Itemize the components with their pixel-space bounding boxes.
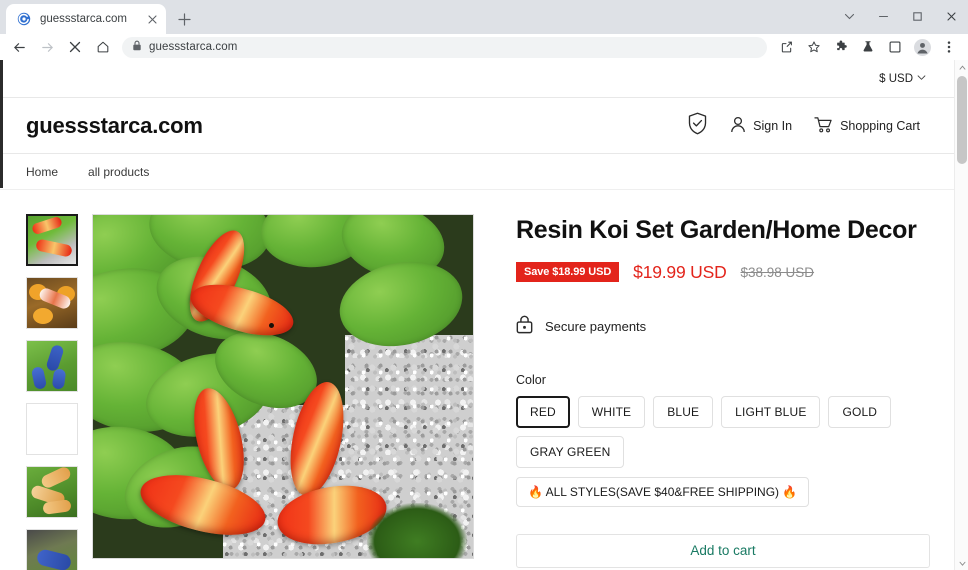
secure-payments-label: Secure payments bbox=[545, 319, 646, 334]
profile-avatar-icon[interactable] bbox=[909, 35, 935, 59]
extensions-puzzle-icon[interactable] bbox=[828, 35, 854, 59]
price-row: Save $18.99 USD $19.99 USD $38.98 USD bbox=[516, 262, 932, 283]
header-actions: Sign In Shopping Cart bbox=[687, 112, 920, 140]
main-product-image-red-koi[interactable] bbox=[92, 214, 474, 559]
thumbnail-art bbox=[27, 404, 77, 454]
color-option-blue[interactable]: BLUE bbox=[653, 396, 713, 428]
chevron-down-icon bbox=[917, 73, 926, 85]
color-option-white[interactable]: WHITE bbox=[578, 396, 645, 428]
labs-flask-icon[interactable] bbox=[855, 35, 881, 59]
home-icon[interactable] bbox=[90, 35, 116, 59]
color-option-gold[interactable]: GOLD bbox=[828, 396, 891, 428]
scroll-up-arrow[interactable] bbox=[955, 60, 968, 74]
site-header: guessstarca.com Sign In Shopping Cart bbox=[0, 98, 968, 154]
shopping-cart-icon bbox=[814, 116, 833, 136]
color-option-all-styles-label: ALL STYLES(SAVE $40&FREE SHIPPING) bbox=[546, 485, 779, 499]
user-icon bbox=[730, 116, 746, 136]
chevron-down-icon[interactable] bbox=[832, 1, 866, 31]
address-bar-url: guessstarca.com bbox=[149, 41, 237, 53]
address-bar[interactable]: guessstarca.com bbox=[122, 37, 767, 58]
sign-in-link[interactable]: Sign In bbox=[730, 116, 792, 136]
flower-shape bbox=[33, 308, 53, 324]
color-option-all-styles[interactable]: 🔥 ALL STYLES(SAVE $40&FREE SHIPPING) 🔥 bbox=[516, 477, 809, 507]
thumbnail-6-blue-koi[interactable] bbox=[26, 529, 78, 570]
shield-check-icon[interactable] bbox=[687, 112, 708, 140]
site-favicon bbox=[16, 11, 32, 27]
color-option-gray-green[interactable]: GRAY GREEN bbox=[516, 436, 624, 468]
color-swatch-group: RED WHITE BLUE LIGHT BLUE GOLD GRAY GREE… bbox=[516, 396, 932, 468]
new-tab-button[interactable] bbox=[170, 5, 198, 33]
tab-strip: guessstarca.com bbox=[0, 0, 968, 34]
minimize-icon[interactable] bbox=[866, 1, 900, 31]
add-to-cart-button[interactable]: Add to cart bbox=[516, 534, 930, 568]
currency-label: $ USD bbox=[879, 73, 913, 85]
site-logo[interactable]: guessstarca.com bbox=[26, 113, 203, 139]
sign-in-label: Sign In bbox=[753, 119, 792, 133]
color-option-red[interactable]: RED bbox=[516, 396, 570, 428]
currency-selector[interactable]: $ USD bbox=[879, 73, 926, 85]
promo-swatch-group: 🔥 ALL STYLES(SAVE $40&FREE SHIPPING) 🔥 bbox=[516, 477, 932, 507]
scroll-down-arrow[interactable] bbox=[955, 556, 968, 570]
site-nav: Home all products bbox=[0, 154, 968, 190]
koi-eye bbox=[269, 323, 274, 328]
back-arrow-icon[interactable] bbox=[6, 35, 32, 59]
product-gallery bbox=[26, 214, 474, 570]
thumbnail-3-blue-koi[interactable] bbox=[26, 340, 78, 392]
gravel-area bbox=[345, 335, 474, 455]
tab-title: guessstarca.com bbox=[40, 13, 136, 25]
color-option-light-blue[interactable]: LIGHT BLUE bbox=[721, 396, 820, 428]
thumbnail-4-blank[interactable] bbox=[26, 403, 78, 455]
currency-bar: $ USD bbox=[0, 60, 968, 98]
three-dot-menu-icon[interactable] bbox=[936, 35, 962, 59]
lock-icon[interactable] bbox=[132, 38, 142, 56]
bookmark-star-icon[interactable] bbox=[801, 35, 827, 59]
scrollbar-thumb[interactable] bbox=[957, 76, 967, 164]
thumbnail-2-white-orange-koi[interactable] bbox=[26, 277, 78, 329]
flame-icon: 🔥 bbox=[782, 485, 797, 499]
split-screen-icon[interactable] bbox=[882, 35, 908, 59]
forward-arrow-icon bbox=[34, 35, 60, 59]
share-icon[interactable] bbox=[774, 35, 800, 59]
page-left-edge bbox=[0, 60, 3, 188]
shopping-cart-link[interactable]: Shopping Cart bbox=[814, 116, 920, 136]
close-icon[interactable] bbox=[144, 11, 160, 27]
thumbnail-list bbox=[26, 214, 78, 570]
nav-link-home[interactable]: Home bbox=[26, 165, 58, 179]
window-controls bbox=[832, 0, 968, 32]
product-details: Resin Koi Set Garden/Home Decor Save $18… bbox=[516, 214, 932, 570]
stop-loading-icon[interactable] bbox=[62, 35, 88, 59]
page-title: Resin Koi Set Garden/Home Decor bbox=[516, 216, 932, 245]
status-badge: Save $18.99 USD bbox=[516, 262, 619, 282]
product-section: Resin Koi Set Garden/Home Decor Save $18… bbox=[0, 190, 968, 570]
window-close-icon[interactable] bbox=[934, 1, 968, 31]
page-viewport: $ USD guessstarca.com Sign In bbox=[0, 60, 968, 570]
shrub bbox=[367, 503, 467, 559]
option-label-color: Color bbox=[516, 373, 932, 387]
maximize-icon[interactable] bbox=[900, 1, 934, 31]
secure-payments: Secure payments bbox=[516, 315, 932, 339]
flame-icon: 🔥 bbox=[528, 485, 543, 499]
nav-link-all-products[interactable]: all products bbox=[88, 165, 149, 179]
browser-toolbar: guessstarca.com bbox=[0, 34, 968, 60]
price-original: $38.98 USD bbox=[741, 265, 815, 280]
browser-tab[interactable]: guessstarca.com bbox=[6, 4, 166, 34]
thumbnail-1-red-koi[interactable] bbox=[26, 214, 78, 266]
browser-window: guessstarca.com bbox=[0, 0, 968, 570]
toolbar-actions bbox=[774, 35, 962, 59]
thumbnail-5-gold-koi[interactable] bbox=[26, 466, 78, 518]
lock-icon bbox=[516, 315, 533, 339]
shopping-cart-label: Shopping Cart bbox=[840, 119, 920, 133]
page-scrollbar[interactable] bbox=[954, 60, 968, 570]
price-current: $19.99 USD bbox=[633, 262, 726, 283]
